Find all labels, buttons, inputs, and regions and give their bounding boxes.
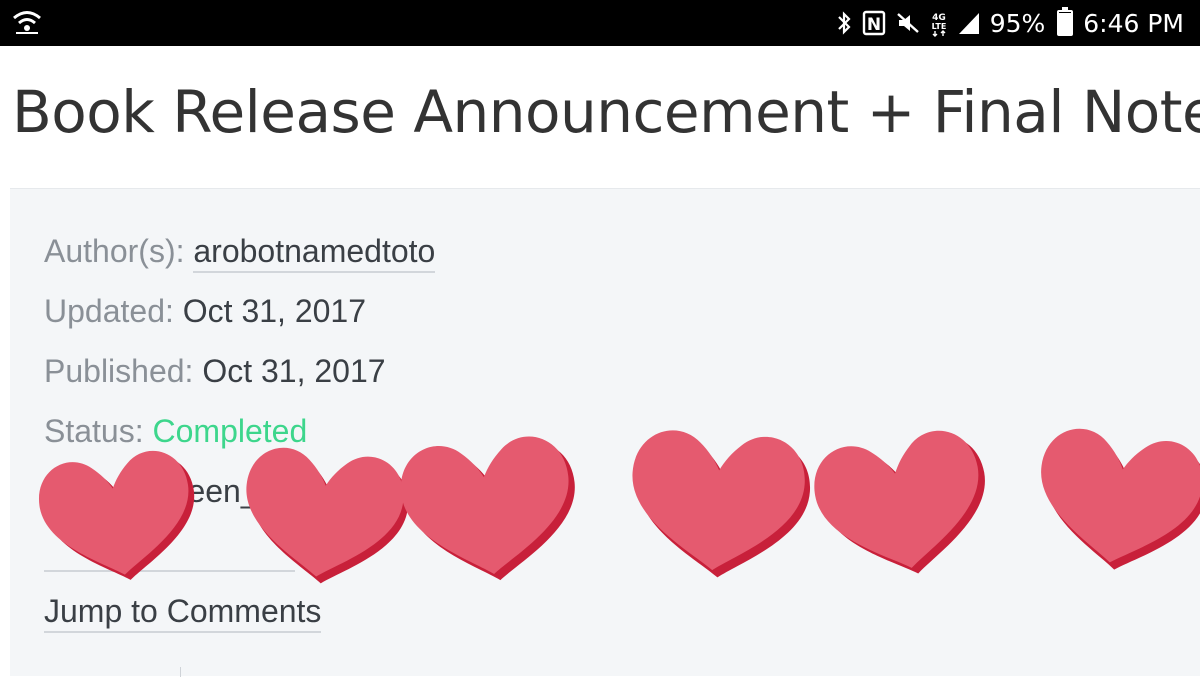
updated-label: Updated: bbox=[44, 293, 183, 329]
jump-to-comments-row: Jump to Comments bbox=[44, 593, 322, 633]
nfc-icon: N bbox=[862, 10, 886, 36]
obscured-link-row[interactable]: ar bbox=[44, 533, 295, 572]
author-link[interactable]: arobotnamedtoto bbox=[193, 233, 436, 273]
lte-icon: 4G LTE bbox=[930, 9, 948, 37]
published-date: Oct 31, 2017 bbox=[202, 353, 386, 389]
signal-icon bbox=[958, 11, 980, 35]
updated-date: Oct 31, 2017 bbox=[182, 293, 366, 329]
divider bbox=[180, 667, 181, 677]
tags-row[interactable]: T n een_s ch w bbox=[44, 473, 572, 510]
clock-time: 6:46 PM bbox=[1083, 8, 1184, 38]
published-row: Published: Oct 31, 2017 bbox=[44, 353, 386, 390]
status-row: Status: Completed bbox=[44, 413, 307, 450]
story-meta-panel: Author(s): arobotnamedtoto Updated: Oct … bbox=[10, 188, 1200, 677]
author-row: Author(s): arobotnamedtoto bbox=[44, 233, 436, 273]
published-label: Published: bbox=[44, 353, 203, 389]
mute-icon bbox=[896, 10, 920, 36]
battery-level-fill bbox=[1059, 13, 1072, 34]
battery-icon bbox=[1055, 7, 1074, 36]
status-label: Status: bbox=[44, 413, 153, 449]
bluetooth-icon bbox=[836, 10, 852, 36]
status-badge: Completed bbox=[152, 413, 308, 449]
updated-row: Updated: Oct 31, 2017 bbox=[44, 293, 366, 330]
jump-to-comments-link[interactable]: Jump to Comments bbox=[44, 593, 322, 633]
page-title: Book Release Announcement + Final Note bbox=[12, 78, 1200, 146]
author-label: Author(s): bbox=[44, 233, 194, 269]
svg-text:N: N bbox=[867, 15, 881, 35]
status-bar: N 4G LTE 95% 6:46 PM bbox=[0, 0, 1200, 46]
svg-text:LTE: LTE bbox=[931, 22, 946, 31]
wifi-icon bbox=[12, 9, 42, 35]
battery-percent: 95% bbox=[989, 8, 1046, 38]
